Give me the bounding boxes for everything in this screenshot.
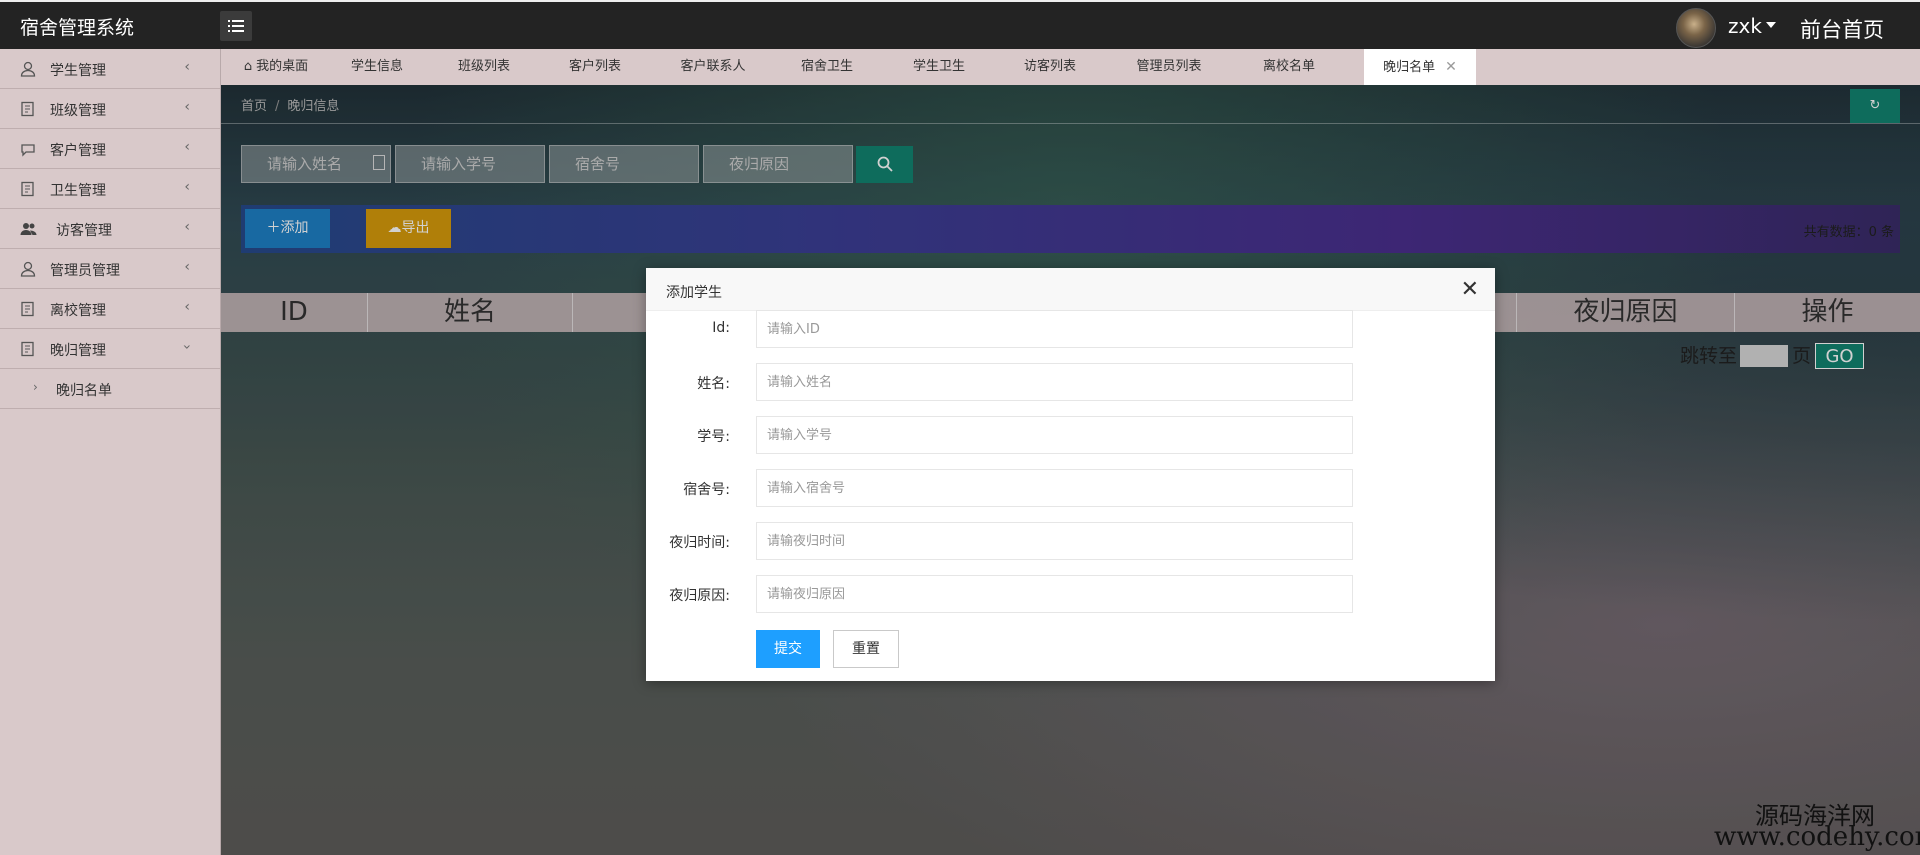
dialog-header: 添加学生 ✕ [646, 268, 1495, 311]
late-reason-field[interactable] [756, 575, 1353, 613]
chat-icon [20, 141, 36, 157]
sidebar-item-late-return[interactable]: 晚归管理 ‹ [0, 329, 220, 369]
tab-class-list[interactable]: 班级列表 [446, 49, 522, 85]
sidebar-subitem-late-list[interactable]: › 晚归名单 [0, 369, 220, 409]
user-icon [20, 61, 36, 77]
chevron-right-icon: › [33, 380, 38, 394]
tab-dorm-hygiene[interactable]: 宿舍卫生 [789, 49, 865, 85]
sidebar: 学生管理 ‹ 班级管理 ‹ 客户管理 ‹ 卫生管理 ‹ 访客管理 ‹ 管理员管理… [0, 49, 221, 855]
reset-button[interactable]: 重置 [833, 630, 899, 668]
chevron-left-icon: ‹ [184, 139, 190, 155]
sidebar-item-label: 班级管理 [50, 103, 106, 119]
caret-down-icon[interactable] [1766, 22, 1776, 28]
late-time-label: 夜归时间: [669, 535, 730, 551]
sidebar-item-label: 访客管理 [56, 223, 112, 239]
sidebar-item-hygiene[interactable]: 卫生管理 ‹ [0, 169, 220, 209]
student-no-label: 学号: [697, 429, 730, 445]
close-icon[interactable]: ✕ [1445, 59, 1457, 75]
tab-desktop[interactable]: ⌂ 我的桌面 [233, 49, 319, 85]
submit-button[interactable]: 提交 [756, 630, 820, 668]
tab-visitor-list[interactable]: 访客列表 [1012, 49, 1088, 85]
id-field[interactable] [756, 310, 1353, 348]
sidebar-item-admins[interactable]: 管理员管理 ‹ [0, 249, 220, 289]
sidebar-item-label: 客户管理 [50, 143, 106, 159]
name-label: 姓名: [697, 376, 730, 392]
tab-student-hygiene[interactable]: 学生卫生 [901, 49, 977, 85]
tab-customer-contacts[interactable]: 客户联系人 [668, 49, 758, 85]
tabs-bar: ⌂ 我的桌面 学生信息 班级列表 客户列表 客户联系人 宿舍卫生 学生卫生 访客列… [221, 49, 1920, 85]
front-home-link[interactable]: 前台首页 [1800, 14, 1884, 44]
late-time-field[interactable] [756, 522, 1353, 560]
dorm-label: 宿舍号: [683, 482, 730, 498]
group-icon [20, 221, 37, 237]
user-icon [20, 261, 36, 277]
sidebar-item-label: 管理员管理 [50, 263, 120, 279]
chevron-left-icon: ‹ [184, 259, 190, 275]
sidebar-item-label: 晚归管理 [50, 343, 106, 359]
chevron-down-icon: ‹ [179, 344, 196, 350]
sidebar-item-label: 学生管理 [50, 63, 106, 79]
chevron-left-icon: ‹ [184, 99, 190, 115]
student-no-field[interactable] [756, 416, 1353, 454]
avatar[interactable] [1676, 8, 1716, 48]
document-icon [20, 301, 36, 317]
dialog-title: 添加学生 [666, 285, 722, 301]
top-header: 宿舍管理系统 zxk 前台首页 [0, 0, 1920, 49]
add-student-dialog: 添加学生 ✕ Id: 姓名: 学号: 宿舍号: 夜归时间: 夜归原因: 提交 重… [646, 268, 1495, 681]
tab-admin-list[interactable]: 管理员列表 [1126, 49, 1212, 85]
document-icon [20, 341, 36, 357]
tab-late-list[interactable]: 晚归名单 ✕ [1364, 49, 1476, 85]
sidebar-item-classes[interactable]: 班级管理 ‹ [0, 89, 220, 129]
late-reason-label: 夜归原因: [669, 588, 730, 604]
sidebar-subitem-label: 晚归名单 [56, 383, 112, 399]
chevron-left-icon: ‹ [184, 219, 190, 235]
sidebar-item-students[interactable]: 学生管理 ‹ [0, 49, 220, 89]
sidebar-item-customers[interactable]: 客户管理 ‹ [0, 129, 220, 169]
name-field[interactable] [756, 363, 1353, 401]
hamburger-icon [228, 20, 244, 32]
watermark-url: www.codehy.com [1714, 822, 1920, 852]
sidebar-item-label: 卫生管理 [50, 183, 106, 199]
chevron-left-icon: ‹ [184, 59, 190, 75]
menu-toggle-button[interactable] [220, 11, 252, 41]
close-icon[interactable]: ✕ [1461, 277, 1479, 302]
chevron-left-icon: ‹ [184, 299, 190, 315]
tab-leave-list[interactable]: 离校名单 [1251, 49, 1327, 85]
tab-student-info[interactable]: 学生信息 [339, 49, 415, 85]
document-icon [20, 101, 36, 117]
sidebar-item-leave-school[interactable]: 离校管理 ‹ [0, 289, 220, 329]
tab-customer-list[interactable]: 客户列表 [557, 49, 633, 85]
dorm-field[interactable] [756, 469, 1353, 507]
username[interactable]: zxk [1728, 14, 1762, 38]
app-title: 宿舍管理系统 [20, 17, 135, 39]
home-icon: ⌂ [243, 59, 253, 74]
chevron-left-icon: ‹ [184, 179, 190, 195]
document-icon [20, 181, 36, 197]
sidebar-item-visitors[interactable]: 访客管理 ‹ [0, 209, 220, 249]
sidebar-item-label: 离校管理 [50, 303, 106, 319]
id-label: Id: [712, 320, 730, 336]
